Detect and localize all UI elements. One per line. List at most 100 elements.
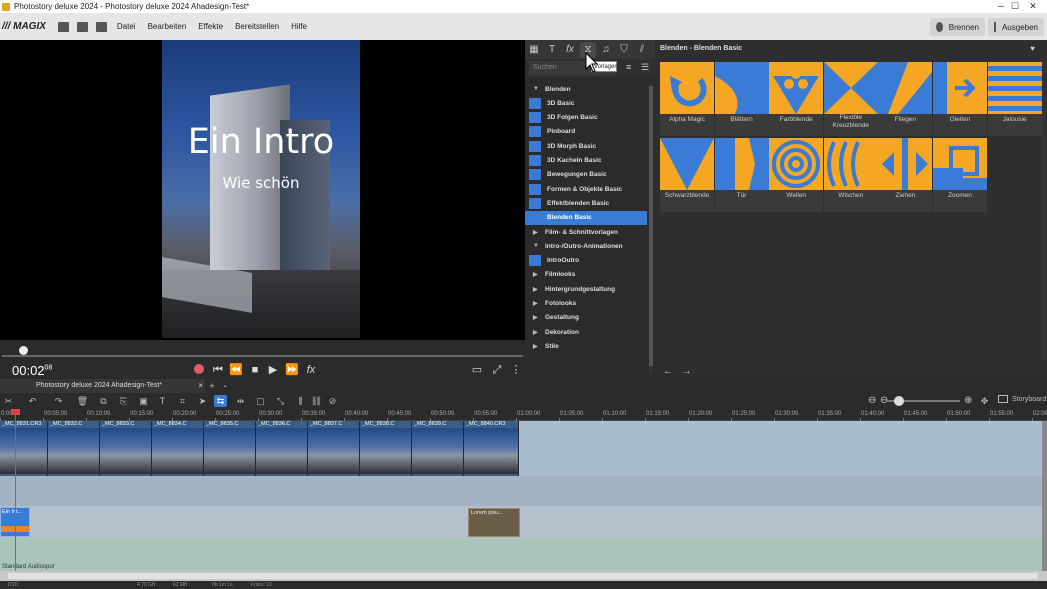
zoom-handle[interactable]	[894, 396, 904, 406]
project-tab[interactable]: Photostory deluxe 2024 Ahadesign-Test* ×	[0, 379, 205, 393]
edit-icon[interactable]: ⫽	[634, 42, 650, 58]
cast-icon[interactable]: ▭	[470, 363, 484, 377]
tree-item-3d-folgen-basic[interactable]: 3D Folgen Basic	[525, 111, 647, 125]
stop-icon[interactable]: ■	[248, 363, 262, 377]
tree-item-effektblenden-basic[interactable]: Effektblenden Basic	[525, 196, 647, 210]
menu-bereitstellen[interactable]: Bereitstellen	[235, 22, 279, 31]
open-folder-icon[interactable]	[76, 21, 88, 32]
timeline-ruler[interactable]: 0:00 00:05:00 00:10:00 00:15:00 00:20:00 00:2…	[0, 409, 1047, 421]
save-icon[interactable]	[95, 21, 107, 32]
burn-button[interactable]: Brennen	[930, 18, 985, 36]
video-clip[interactable]: _MC_8833.C	[100, 421, 152, 476]
tree-item-blenden-basic[interactable]: Blenden Basic	[525, 210, 647, 225]
mixer-icon[interactable]: ⫼	[294, 395, 307, 407]
track-2[interactable]	[0, 476, 1042, 506]
more-icon[interactable]: ⋮	[509, 363, 523, 377]
zoom-out-icon[interactable]: ⊖	[868, 395, 876, 406]
tree-item-blenden[interactable]: ▼ Blenden	[525, 82, 647, 96]
chevron-right-icon[interactable]: ▶	[533, 286, 541, 293]
play-icon[interactable]: ▶	[266, 363, 280, 377]
zoom-in-icon[interactable]: ⊕	[964, 395, 972, 406]
zoom-control[interactable]: ⊖ ⊖ ⊕	[868, 395, 978, 407]
redo-icon[interactable]: ↷	[52, 395, 65, 407]
mouse-mode-icon[interactable]: ⇆	[214, 395, 227, 407]
video-clip[interactable]: _MC_8839.C	[412, 421, 464, 476]
chevron-down-icon[interactable]: ▼	[533, 243, 541, 249]
video-preview[interactable]: Ein Intro Wie schön	[0, 40, 525, 340]
video-clip[interactable]: _MC_8837.C	[308, 421, 360, 476]
tree-item-gestaltung[interactable]: ▶ Gestaltung	[525, 311, 647, 325]
menu-hilfe[interactable]: Hilfe	[291, 22, 307, 31]
record-button[interactable]	[194, 364, 204, 374]
sort-icon[interactable]: ≡	[626, 62, 631, 72]
video-clip[interactable]: _MC_8831.CR3	[0, 421, 48, 476]
lorem-clip[interactable]: Lorem ipsu...	[468, 508, 520, 537]
chevron-right-icon[interactable]: ▶	[533, 314, 541, 321]
fit-timeline-icon[interactable]: ✥	[978, 395, 991, 407]
chevron-right-icon[interactable]: ▶	[533, 271, 541, 278]
fast-forward-icon[interactable]: ⏩	[285, 363, 299, 377]
tile-fly[interactable]: Fliegen	[878, 62, 933, 136]
export-button[interactable]: Ausgeben	[988, 18, 1044, 36]
video-clip[interactable]: _MC_8840.CR3	[464, 421, 519, 476]
menu-effekte[interactable]: Effekte	[198, 22, 223, 31]
title-tool-icon[interactable]: T	[156, 395, 169, 407]
music-icon[interactable]: ♫	[598, 42, 614, 58]
video-clip[interactable]: _MC_8835.C	[204, 421, 256, 476]
tree-item-dekoration[interactable]: ▶ Dekoration	[525, 325, 647, 339]
tile-cross-fade[interactable]: Flexible Kreuzblende	[823, 62, 878, 136]
cut-tool-icon[interactable]: ✂	[2, 395, 15, 407]
add-tab-icon[interactable]: +	[207, 381, 217, 391]
tree-item-pinboard[interactable]: Pinboard	[525, 125, 647, 139]
tile-zoom[interactable]: Zoomen	[933, 138, 987, 212]
fx-tab-icon[interactable]: fx	[562, 42, 578, 58]
copy-icon[interactable]: ⧉	[97, 395, 110, 407]
hscroll-thumb[interactable]	[8, 573, 1038, 579]
title-track[interactable]: Ein Int... Lorem ipsu...	[0, 506, 1042, 538]
video-clip[interactable]: _MC_8838.C	[360, 421, 412, 476]
text-icon[interactable]: T	[544, 42, 560, 58]
tree-item-fotolooks[interactable]: ▶ Fotolooks	[525, 297, 647, 311]
chevron-right-icon[interactable]: ▶	[533, 329, 541, 336]
tile-slide[interactable]: Gleiten	[933, 62, 987, 136]
video-clip[interactable]: _MC_8832.C	[48, 421, 100, 476]
chevron-right-icon[interactable]: ▶	[533, 229, 541, 236]
tree-item-3d-kacheln-basic[interactable]: 3D Kacheln Basic	[525, 154, 647, 168]
playhead-handle[interactable]	[11, 409, 20, 415]
tile-wipe[interactable]: Wischen	[823, 138, 878, 212]
tree-item-bewegungen-basic[interactable]: Bewegungen Basic	[525, 168, 647, 182]
tree-item-stile[interactable]: ▶ Stile	[525, 339, 647, 353]
new-project-icon[interactable]	[57, 21, 69, 32]
tree-item-3d-basic[interactable]: 3D Basic	[525, 96, 647, 110]
timeline-vscrollbar[interactable]	[1042, 421, 1047, 571]
close-button[interactable]: ✕	[1019, 0, 1047, 13]
grid-icon[interactable]: ▦	[526, 42, 542, 58]
menu-datei[interactable]: Datei	[117, 22, 136, 31]
tile-alpha-magic[interactable]: Alpha Magic	[660, 62, 714, 136]
marker-icon[interactable]: ▢	[254, 395, 267, 407]
tree-scroll-thumb[interactable]	[649, 86, 653, 366]
split-icon[interactable]: ⇹	[234, 395, 247, 407]
storyboard-toggle[interactable]: Storyboard	[998, 395, 1046, 403]
tree-item-intro-outro-animationen[interactable]: ▼ Intro-/Outro-Animationen	[525, 239, 647, 253]
pointer-icon[interactable]: ➤	[196, 395, 209, 407]
tile-color-fade[interactable]: Farbblende	[769, 62, 824, 136]
forward-arrow-icon[interactable]: →	[682, 366, 692, 377]
tree-item-3d-morph-basic[interactable]: 3D Morph Basic	[525, 139, 647, 153]
rewind-icon[interactable]: ⏪	[229, 363, 243, 377]
tree-item-introoutro[interactable]: IntroOutro	[525, 254, 647, 268]
menu-bearbeiten[interactable]: Bearbeiten	[148, 22, 187, 31]
crop-icon[interactable]: ⌗	[176, 395, 189, 407]
video-track[interactable]: _MC_8831.CR3 _MC_8832.C _MC_8833.C _MC_8834…	[0, 421, 1042, 476]
gallery-scrollbar[interactable]	[1042, 60, 1046, 360]
paste-icon[interactable]: ⎘	[117, 395, 130, 407]
tile-blinds[interactable]: Jalousie	[987, 62, 1042, 136]
filter-icon[interactable]: ☰	[641, 62, 649, 73]
timeline-hscrollbar[interactable]	[0, 571, 1047, 581]
fx-icon[interactable]: fx	[304, 363, 318, 377]
tile-door[interactable]: Tür	[714, 138, 769, 212]
tree-scrollbar[interactable]	[649, 84, 653, 374]
tree-item-hintergrundgestaltung[interactable]: ▶ Hintergrundgestaltung	[525, 282, 647, 296]
unlink-icon[interactable]: ⊘	[326, 395, 339, 407]
tree-item-formen-objekte-basic[interactable]: Formen & Objekte Basic	[525, 182, 647, 196]
